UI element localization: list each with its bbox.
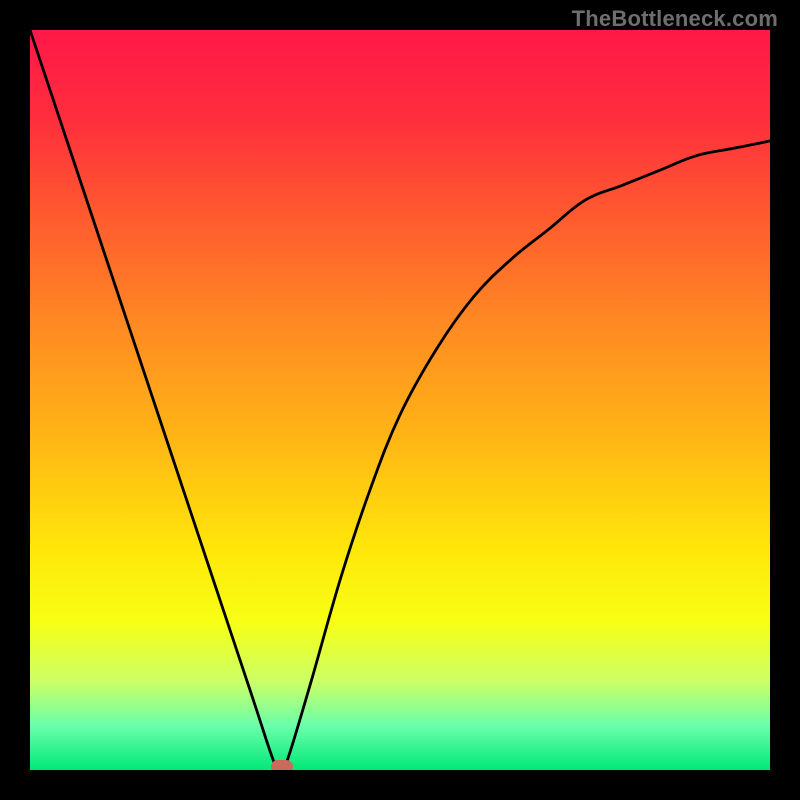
watermark-text: TheBottleneck.com <box>572 6 778 32</box>
plot-area <box>30 30 770 770</box>
minimum-marker <box>271 760 293 770</box>
gradient-background <box>30 30 770 770</box>
